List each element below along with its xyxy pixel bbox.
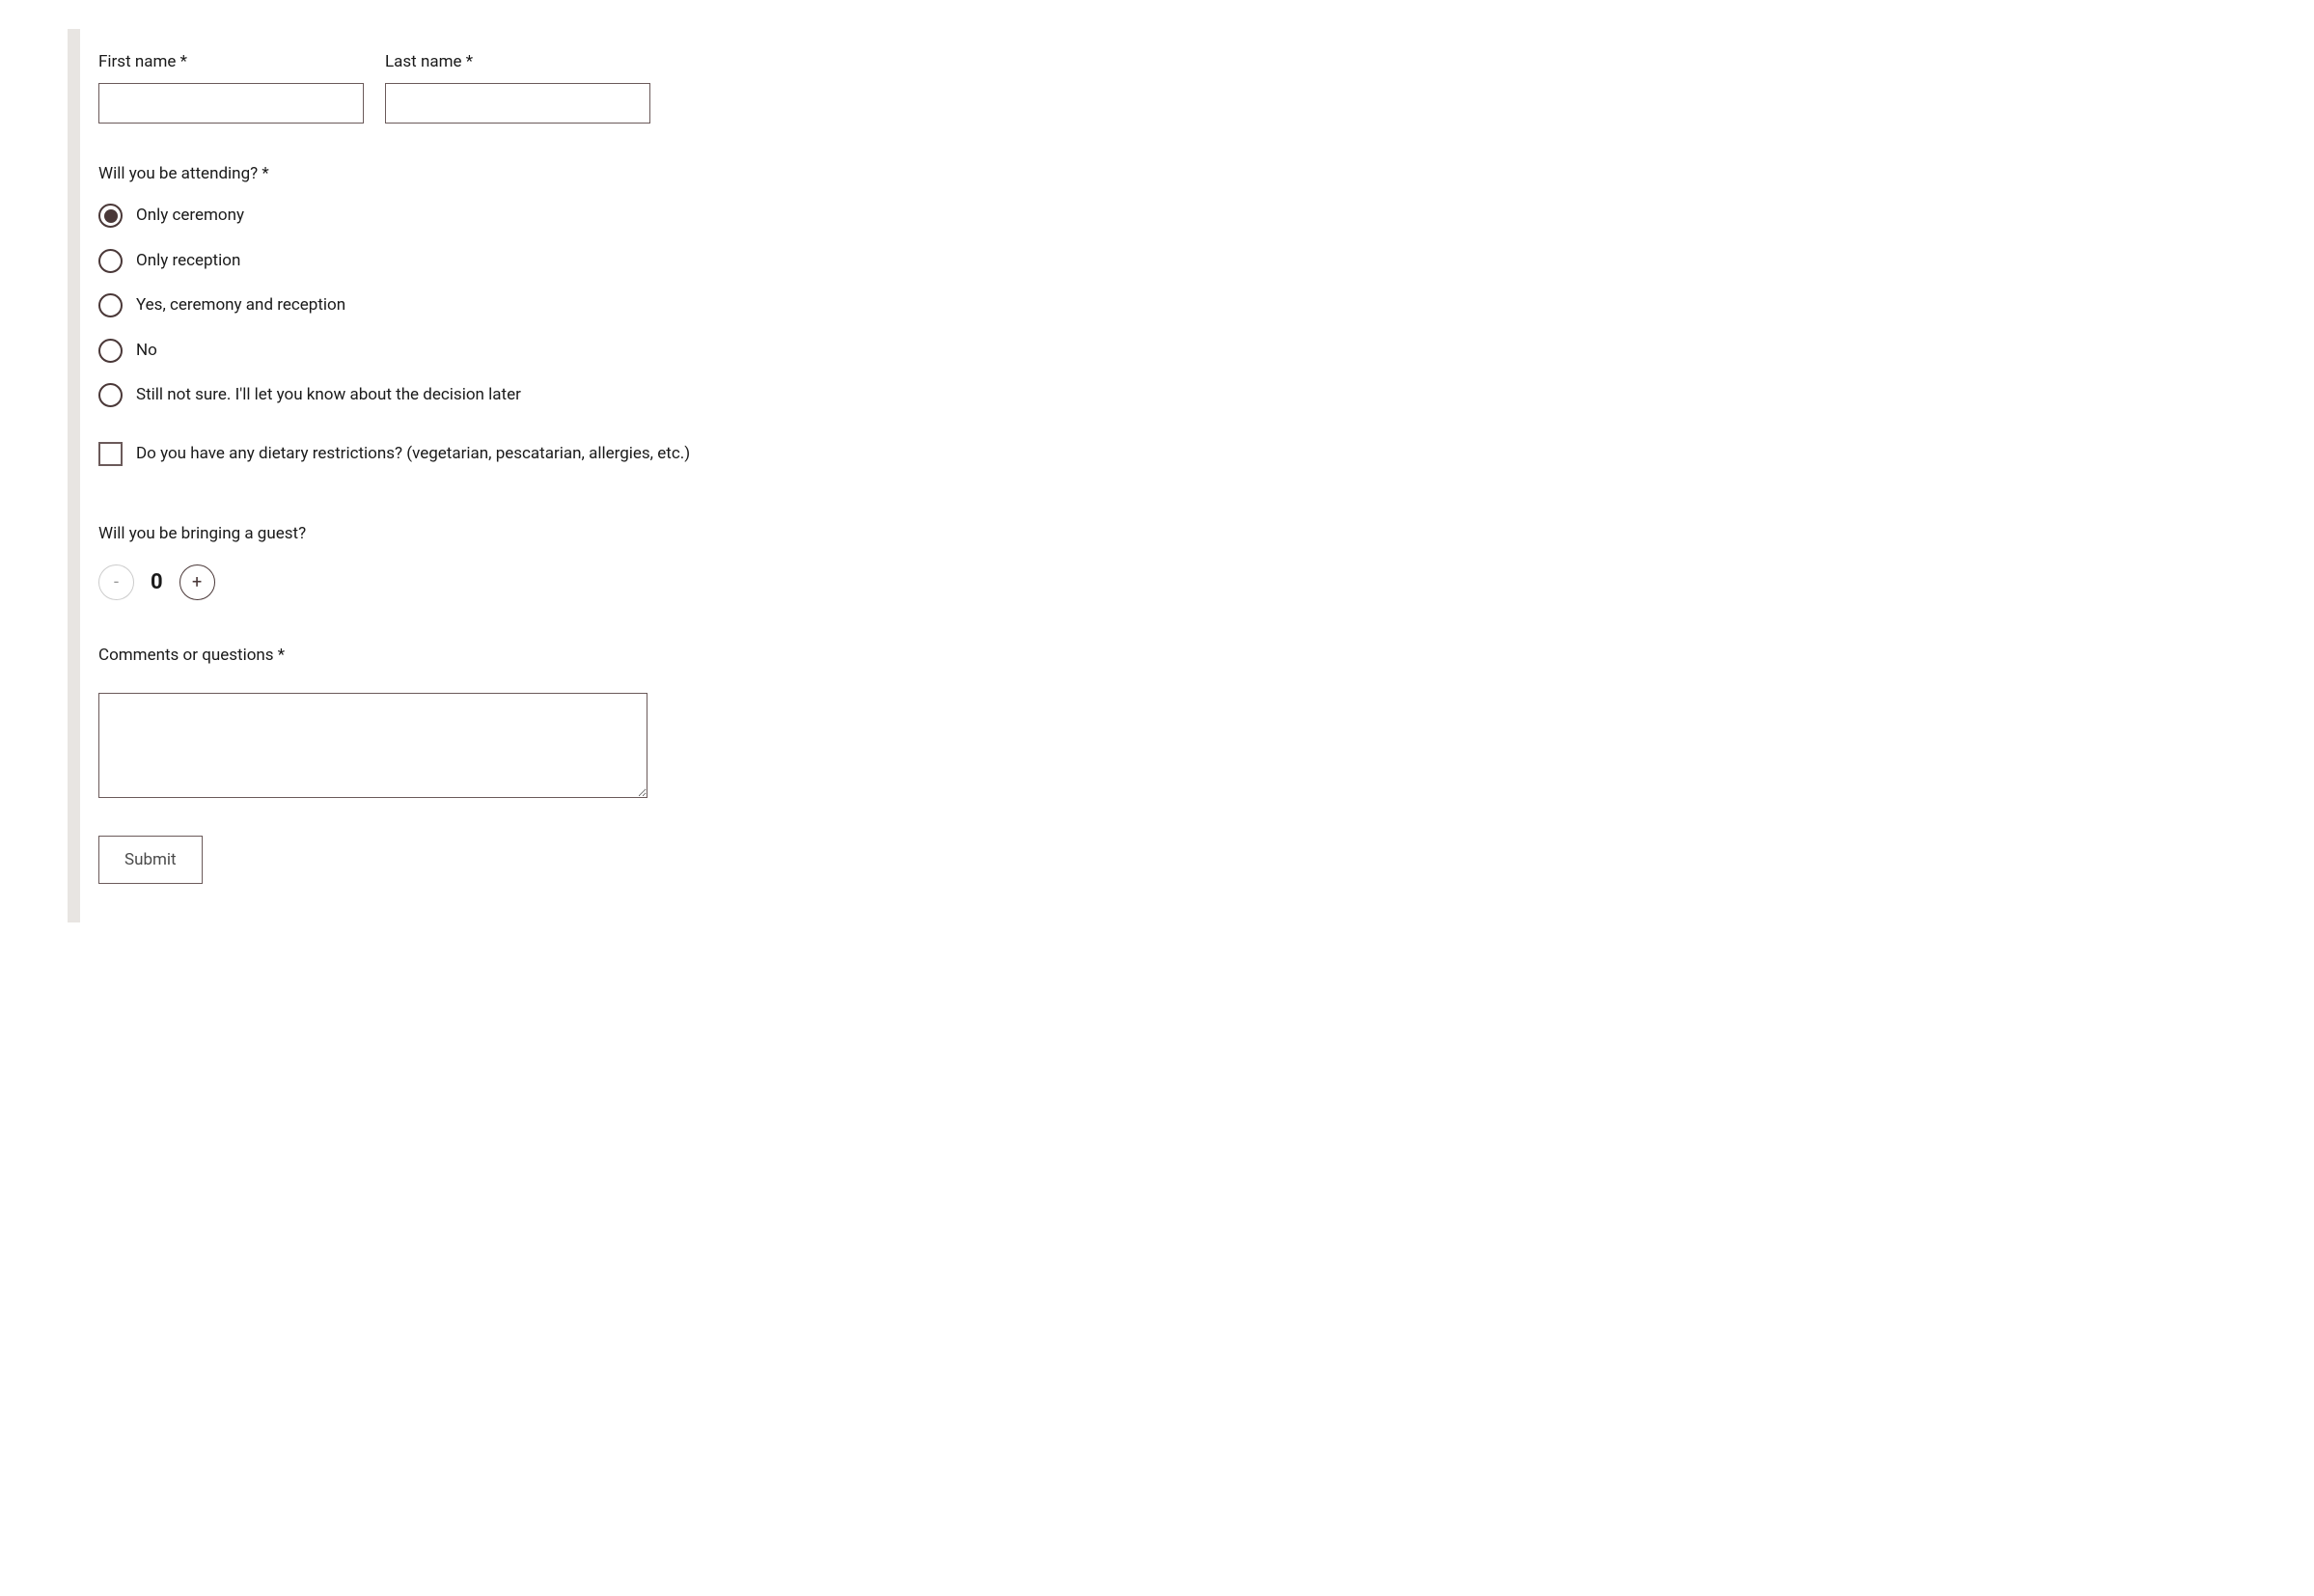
radio-icon xyxy=(98,204,123,228)
guest-stepper: - 0 + xyxy=(98,564,2314,600)
radio-label: Only reception xyxy=(136,249,240,274)
radio-icon xyxy=(98,293,123,317)
guest-section: Will you be bringing a guest? - 0 + xyxy=(98,522,2314,600)
last-name-group: Last name * xyxy=(385,50,650,124)
stepper-plus-button[interactable]: + xyxy=(179,564,215,600)
dietary-label: Do you have any dietary restrictions? (v… xyxy=(136,442,690,467)
comments-textarea[interactable] xyxy=(98,693,647,798)
radio-icon xyxy=(98,249,123,273)
attending-section: Will you be attending? * Only ceremony O… xyxy=(98,162,2314,408)
radio-label: Yes, ceremony and reception xyxy=(136,293,345,318)
first-name-label: First name * xyxy=(98,50,364,75)
form-sidebar-accent xyxy=(68,29,80,922)
radio-label: Only ceremony xyxy=(136,204,244,229)
radio-only-ceremony[interactable]: Only ceremony xyxy=(98,204,2314,229)
name-fields-row: First name * Last name * xyxy=(98,50,2314,124)
attending-radio-group: Only ceremony Only reception Yes, ceremo… xyxy=(98,204,2314,408)
comments-section: Comments or questions * xyxy=(98,644,2314,807)
radio-icon xyxy=(98,339,123,363)
rsvp-form: First name * Last name * Will you be att… xyxy=(96,29,2314,922)
radio-icon xyxy=(98,383,123,407)
guest-question: Will you be bringing a guest? xyxy=(98,522,2314,547)
radio-no[interactable]: No xyxy=(98,339,2314,364)
submit-button[interactable]: Submit xyxy=(98,836,203,884)
radio-label: No xyxy=(136,339,157,364)
stepper-value: 0 xyxy=(151,566,163,598)
last-name-input[interactable] xyxy=(385,83,650,124)
checkbox-icon xyxy=(98,442,123,466)
stepper-minus-button[interactable]: - xyxy=(98,564,134,600)
radio-label: Still not sure. I'll let you know about … xyxy=(136,383,521,408)
comments-label: Comments or questions * xyxy=(98,644,2314,669)
radio-only-reception[interactable]: Only reception xyxy=(98,249,2314,274)
dietary-checkbox[interactable]: Do you have any dietary restrictions? (v… xyxy=(98,442,2314,467)
last-name-label: Last name * xyxy=(385,50,650,75)
radio-not-sure[interactable]: Still not sure. I'll let you know about … xyxy=(98,383,2314,408)
first-name-input[interactable] xyxy=(98,83,364,124)
first-name-group: First name * xyxy=(98,50,364,124)
radio-ceremony-and-reception[interactable]: Yes, ceremony and reception xyxy=(98,293,2314,318)
attending-question: Will you be attending? * xyxy=(98,162,2314,187)
